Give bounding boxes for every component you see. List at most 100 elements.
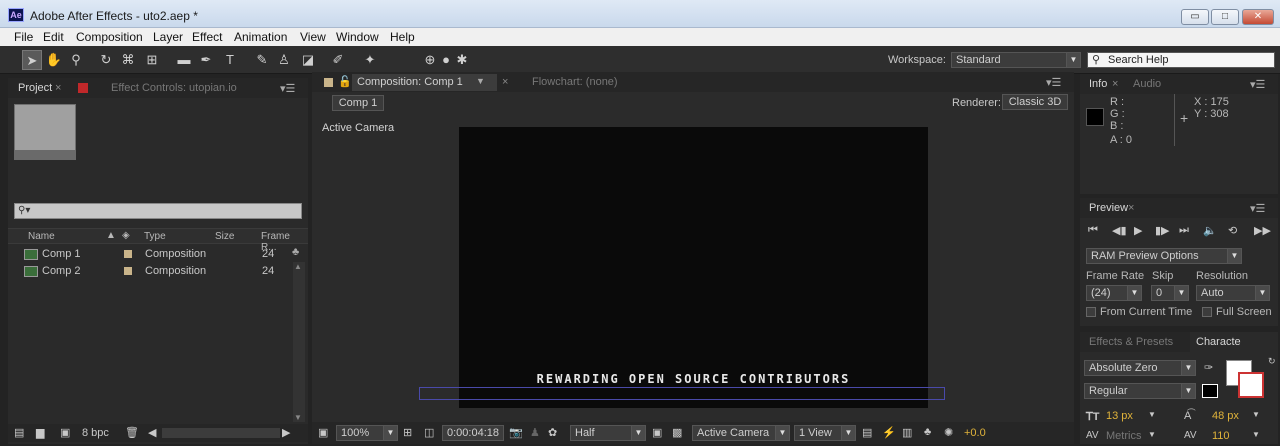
- resolution-select[interactable]: Half ▼: [570, 425, 646, 441]
- menu-composition[interactable]: Composition: [76, 30, 143, 44]
- chevron-down-icon[interactable]: ▼: [476, 76, 485, 86]
- ram-preview-icon[interactable]: ▶▶: [1254, 224, 1271, 237]
- tab-info[interactable]: Info: [1089, 78, 1107, 90]
- puppet-pin-tool-icon[interactable]: ✦: [360, 50, 380, 70]
- tracking-value[interactable]: 110: [1212, 430, 1230, 442]
- rotate-tool-icon[interactable]: ↻: [96, 50, 116, 70]
- trash-icon[interactable]: 🗑: [125, 426, 139, 439]
- toggle-pixel-icon[interactable]: ▤: [862, 426, 872, 439]
- stroke-color-swatch[interactable]: [1238, 372, 1264, 398]
- bpc-label[interactable]: 8 bpc: [82, 427, 109, 439]
- first-frame-icon[interactable]: ⏮: [1088, 224, 1098, 237]
- menu-animation[interactable]: Animation: [234, 30, 287, 44]
- panel-menu-icon[interactable]: ▾☰: [1250, 202, 1265, 215]
- menu-edit[interactable]: Edit: [43, 30, 64, 44]
- sort-up-icon[interactable]: ▲: [106, 230, 116, 241]
- transparency-grid-icon[interactable]: ▩: [672, 426, 682, 439]
- tab-composition[interactable]: Composition: Comp 1 ▼: [352, 74, 497, 91]
- full-screen-checkbox[interactable]: [1202, 307, 1212, 317]
- font-size-value[interactable]: 13 px: [1106, 410, 1133, 422]
- next-frame-icon[interactable]: ▮▶: [1155, 224, 1170, 237]
- menu-window[interactable]: Window: [336, 30, 379, 44]
- views-select[interactable]: 1 View ▼: [794, 425, 856, 441]
- brush-tool-icon[interactable]: ✎: [252, 50, 272, 70]
- new-composition-icon[interactable]: ▣: [60, 426, 70, 439]
- from-current-checkbox[interactable]: [1086, 307, 1096, 317]
- label-tag-icon[interactable]: ◈: [122, 230, 130, 241]
- resolution-select[interactable]: Auto ▼: [1196, 285, 1270, 301]
- panel-menu-icon[interactable]: ▾☰: [1250, 78, 1265, 91]
- camera-tool-icon[interactable]: ⌘: [118, 50, 138, 70]
- pen-tool-icon[interactable]: ✒: [196, 50, 216, 70]
- lock-icon[interactable]: 🔓: [338, 75, 352, 88]
- tab-character[interactable]: Characte: [1190, 332, 1278, 352]
- scroll-down-icon[interactable]: ▼: [294, 413, 302, 422]
- tab-effects-presets[interactable]: Effects & Presets: [1089, 336, 1173, 348]
- chevron-down-icon[interactable]: ▼: [1252, 410, 1260, 419]
- flowchart-icon[interactable]: ♣: [924, 426, 931, 438]
- pan-behind-tool-icon[interactable]: ⊞: [142, 50, 162, 70]
- clone-stamp-tool-icon[interactable]: ♙: [274, 50, 294, 70]
- zoom-select[interactable]: 100% ▼: [336, 425, 398, 441]
- leading-value[interactable]: 48 px: [1212, 410, 1239, 422]
- interpret-footage-icon[interactable]: ▤: [14, 426, 24, 439]
- scroll-up-icon[interactable]: ▲: [294, 262, 302, 271]
- mask-icon[interactable]: ◫: [424, 426, 434, 439]
- project-scrollbar[interactable]: ▲ ▼: [293, 262, 305, 422]
- timeline-icon[interactable]: ▥: [902, 426, 912, 439]
- chevron-down-icon[interactable]: ▼: [1252, 430, 1260, 439]
- col-size[interactable]: Size: [215, 231, 234, 242]
- frame-rate-select[interactable]: (24) ▼: [1086, 285, 1142, 301]
- close-icon[interactable]: ×: [1112, 78, 1118, 90]
- eraser-tool-icon[interactable]: ◪: [298, 50, 318, 70]
- panel-menu-icon[interactable]: ▾☰: [1046, 76, 1061, 89]
- panel-menu-icon[interactable]: ▾☰: [280, 82, 295, 95]
- chevron-down-icon[interactable]: ▼: [1148, 410, 1156, 419]
- audio-icon[interactable]: 🔈: [1203, 224, 1217, 237]
- grid-icon[interactable]: ⊞: [403, 426, 412, 439]
- close-icon[interactable]: ×: [502, 76, 508, 88]
- kerning-value[interactable]: Metrics: [1106, 430, 1141, 442]
- scroll-right-icon[interactable]: ▶: [282, 426, 290, 439]
- skip-select[interactable]: 0 ▼: [1151, 285, 1189, 301]
- menu-layer[interactable]: Layer: [153, 30, 183, 44]
- project-search-input[interactable]: ⚲▾: [14, 203, 302, 219]
- zoom-tool-icon[interactable]: ⚲: [66, 50, 86, 70]
- view-axis-icon[interactable]: ✱: [452, 50, 472, 70]
- loop-icon[interactable]: ⟲: [1228, 224, 1237, 237]
- tab-audio[interactable]: Audio: [1133, 78, 1161, 90]
- horizontal-scrollbar[interactable]: [162, 428, 280, 438]
- camera-select[interactable]: Active Camera ▼: [692, 425, 790, 441]
- fast-previews-icon[interactable]: ⚡: [882, 426, 896, 439]
- eyedropper-icon[interactable]: ✑: [1204, 361, 1213, 374]
- col-type[interactable]: Type: [144, 231, 166, 242]
- swap-colors-icon[interactable]: ↻: [1268, 356, 1276, 367]
- roto-brush-tool-icon[interactable]: ✐: [328, 50, 348, 70]
- exposure-value[interactable]: +0.0: [964, 427, 986, 439]
- flowchart-icon[interactable]: ♣: [292, 246, 299, 258]
- col-name[interactable]: Name: [28, 231, 55, 242]
- last-frame-icon[interactable]: ⏭: [1179, 224, 1189, 237]
- search-help-input[interactable]: ⚲ Search Help: [1087, 52, 1275, 68]
- font-family-select[interactable]: Absolute Zero ▼: [1084, 360, 1196, 376]
- scroll-left-icon[interactable]: ◀: [148, 426, 156, 439]
- menu-effect[interactable]: Effect: [192, 30, 222, 44]
- hand-tool-icon[interactable]: ✋: [44, 50, 64, 70]
- table-row[interactable]: Comp 1 Composition 24: [20, 246, 302, 264]
- close-icon[interactable]: ×: [55, 82, 61, 94]
- chevron-down-icon[interactable]: ▼: [1148, 430, 1156, 439]
- snapshot-icon[interactable]: 📷: [509, 426, 523, 439]
- menu-view[interactable]: View: [300, 30, 326, 44]
- workspace-select[interactable]: Standard ▼: [951, 52, 1081, 68]
- menu-file[interactable]: File: [14, 30, 33, 44]
- selection-tool-icon[interactable]: ➤: [22, 50, 42, 70]
- type-tool-icon[interactable]: T: [220, 50, 240, 70]
- new-folder-icon[interactable]: ▆: [36, 426, 44, 439]
- menu-help[interactable]: Help: [390, 30, 415, 44]
- tab-effect-controls[interactable]: Effect Controls: utopian.io: [111, 82, 237, 94]
- tab-flowchart[interactable]: Flowchart: (none): [532, 76, 618, 88]
- show-snapshot-icon[interactable]: ♟: [530, 426, 540, 439]
- tab-project[interactable]: Project: [18, 82, 52, 94]
- black-swatch[interactable]: [1202, 384, 1218, 398]
- play-icon[interactable]: ▶: [1134, 224, 1142, 237]
